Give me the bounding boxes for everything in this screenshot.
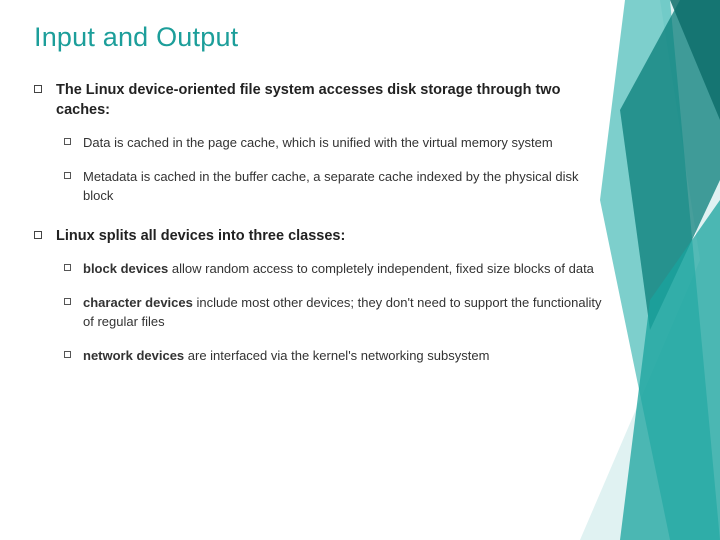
bullet-group-2: Linux splits all devices into three clas… — [34, 227, 610, 365]
list-item: Data is cached in the page cache, which … — [64, 134, 610, 152]
bullet-text: Metadata is cached in the buffer cache, … — [83, 168, 610, 204]
slide-title: Input and Output — [34, 22, 610, 53]
square-bullet-icon — [34, 85, 42, 93]
bullet-text: network devices are interfaced via the k… — [83, 347, 489, 365]
list-item: network devices are interfaced via the k… — [64, 347, 610, 365]
square-bullet-icon — [64, 298, 71, 305]
list-item: character devices include most other dev… — [64, 294, 610, 330]
list-item: The Linux device-oriented file system ac… — [34, 81, 610, 120]
square-bullet-icon — [64, 264, 71, 271]
slide-content: Input and Output The Linux device-orient… — [0, 0, 720, 365]
list-item: Metadata is cached in the buffer cache, … — [64, 168, 610, 204]
bullet-text: Linux splits all devices into three clas… — [56, 227, 345, 247]
bullet-group-1: The Linux device-oriented file system ac… — [34, 81, 610, 205]
square-bullet-icon — [34, 231, 42, 239]
square-bullet-icon — [64, 351, 71, 358]
bullet-text: block devices allow random access to com… — [83, 260, 594, 278]
list-item: Linux splits all devices into three clas… — [34, 227, 610, 247]
list-item: block devices allow random access to com… — [64, 260, 610, 278]
bullet-text: The Linux device-oriented file system ac… — [56, 81, 610, 120]
square-bullet-icon — [64, 138, 71, 145]
bullet-text: character devices include most other dev… — [83, 294, 610, 330]
bullet-text: Data is cached in the page cache, which … — [83, 134, 553, 152]
square-bullet-icon — [64, 172, 71, 179]
